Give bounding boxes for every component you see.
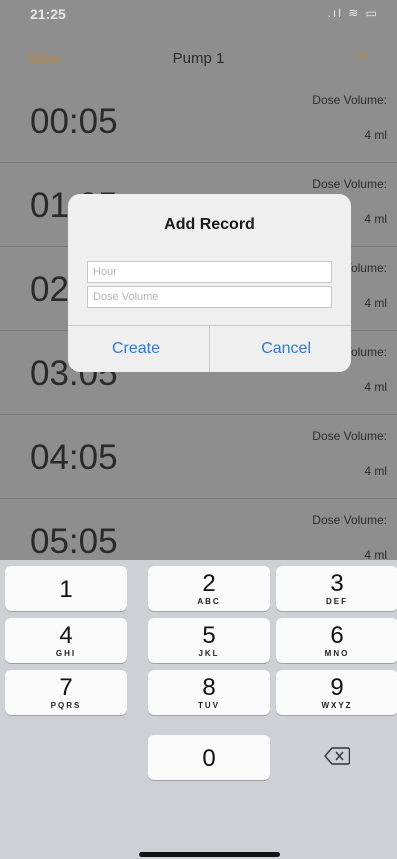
dialog-actions: Create Cancel (68, 325, 351, 372)
key-5[interactable]: 5 JKL (148, 618, 270, 663)
record-dose-value: 4 ml (364, 380, 387, 394)
record-time: 04:05 (30, 438, 118, 477)
add-record-button[interactable]: + (358, 46, 369, 67)
record-dose-value: 4 ml (364, 296, 387, 310)
delete-key[interactable] (276, 735, 397, 780)
key-letters: GHI (55, 649, 77, 658)
key-number: 2 (202, 570, 216, 597)
key-9[interactable]: 9 WXYZ (276, 670, 397, 715)
record-dose-label: Dose Volume: (312, 93, 387, 107)
key-1[interactable]: 1 (5, 566, 127, 611)
hour-placeholder: Hour (93, 266, 117, 278)
key-6[interactable]: 6 MNO (276, 618, 397, 663)
status-time: 21:25 (30, 6, 66, 22)
backspace-icon (324, 747, 350, 765)
list-item[interactable]: 00:05 Dose Volume: 4 ml (0, 78, 397, 163)
add-record-dialog: Add Record Hour Dose Volume Create Cance… (68, 194, 351, 372)
hour-input[interactable]: Hour (87, 261, 332, 283)
create-button[interactable]: Create (112, 340, 160, 358)
key-2[interactable]: 2 ABC (148, 566, 270, 611)
list-item[interactable]: 04:05 Dose Volume: 4 ml (0, 414, 397, 499)
dialog-divider (209, 326, 210, 372)
record-time: 05:05 (30, 522, 118, 561)
battery-icon: ▭ (365, 6, 379, 20)
record-dose-label: Dose Volume: (312, 513, 387, 527)
nav-bar: Save Pump 1 + (0, 26, 397, 74)
key-letters: WXYZ (321, 701, 353, 710)
dose-volume-placeholder: Dose Volume (93, 291, 159, 303)
key-0[interactable]: 0 (148, 735, 270, 780)
key-7[interactable]: 7 PQRS (5, 670, 127, 715)
wifi-icon: ≋ (348, 6, 361, 20)
key-letters: ABC (197, 597, 221, 606)
key-number: 0 (202, 745, 216, 772)
key-letters: TUV (198, 701, 220, 710)
key-letters: DEF (326, 597, 348, 606)
record-dose-value: 4 ml (364, 128, 387, 142)
key-number: 7 (59, 674, 73, 701)
numeric-keyboard: 1 2 ABC 3 DEF 4 GHI 5 JKL 6 MNO 7 PQRS 8… (0, 560, 397, 859)
page-title: Pump 1 (172, 50, 225, 67)
key-number: 5 (202, 622, 216, 649)
key-3[interactable]: 3 DEF (276, 566, 397, 611)
cancel-button[interactable]: Cancel (261, 340, 311, 358)
key-number: 8 (202, 674, 216, 701)
key-number: 4 (59, 622, 73, 649)
key-number: 1 (59, 576, 73, 603)
record-dose-value: 4 ml (364, 212, 387, 226)
key-number: 6 (330, 622, 344, 649)
signal-icon: .ıl (327, 6, 343, 20)
dose-volume-input[interactable]: Dose Volume (87, 286, 332, 308)
dialog-title: Add Record (164, 216, 255, 233)
key-4[interactable]: 4 GHI (5, 618, 127, 663)
key-8[interactable]: 8 TUV (148, 670, 270, 715)
key-letters: MNO (324, 649, 350, 658)
record-dose-label: Dose Volume: (312, 177, 387, 191)
key-number: 9 (330, 674, 344, 701)
status-icons: .ıl ≋ ▭ (328, 6, 379, 20)
key-letters: PQRS (50, 701, 82, 710)
record-time: 00:05 (30, 102, 118, 141)
list-item[interactable]: 05:05 Dose Volume: 4 ml (0, 498, 397, 563)
home-indicator[interactable] (139, 852, 280, 857)
record-dose-label: Dose Volume: (312, 429, 387, 443)
record-dose-value: 4 ml (364, 464, 387, 478)
key-number: 3 (330, 570, 344, 597)
key-letters: JKL (198, 649, 220, 658)
